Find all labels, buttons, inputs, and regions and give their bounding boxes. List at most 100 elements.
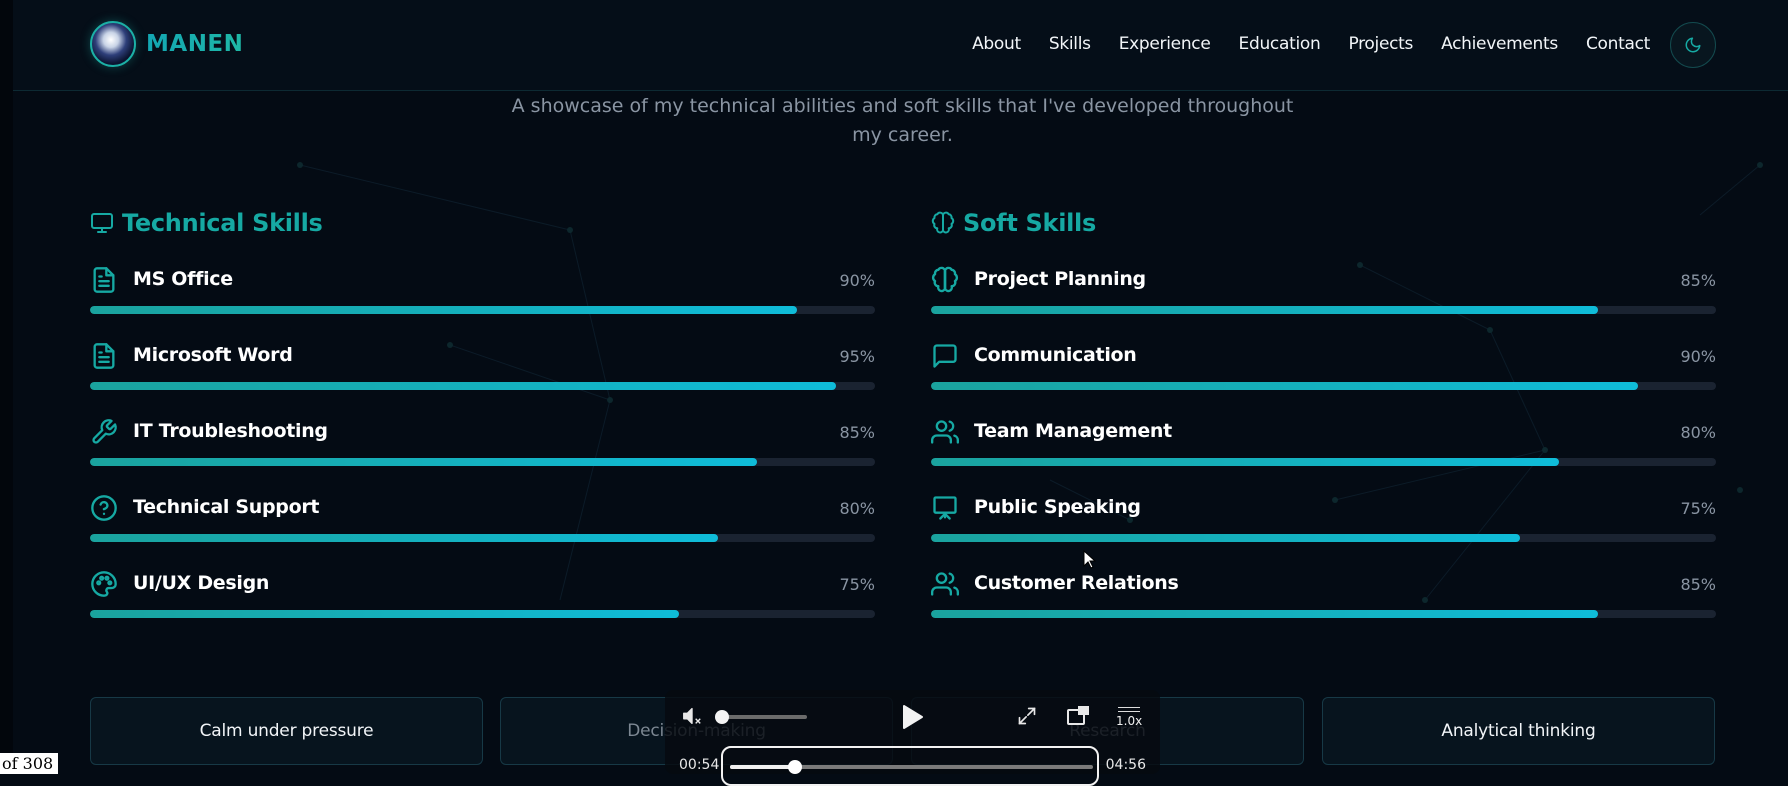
skill-bar-track	[90, 610, 875, 618]
site-header: MANEN About Skills Experience Education …	[13, 0, 1788, 91]
skill-bar-track	[90, 382, 875, 390]
skill-name: UI/UX Design	[133, 572, 270, 594]
video-player-controls: 1.0x 00:54 04:56	[665, 690, 1160, 786]
technical-skills-column: Technical Skills MS Office 90% Microsoft…	[90, 206, 875, 618]
soft-skills-column: Soft Skills Project Planning 85% Communi…	[931, 206, 1716, 618]
skill-name: MS Office	[133, 268, 233, 290]
skill-percent: 80%	[839, 499, 875, 518]
nav-about[interactable]: About	[972, 34, 1021, 54]
skill-bar-track	[90, 458, 875, 466]
section-subtitle: A showcase of my technical abilities and…	[511, 95, 1294, 146]
file-text-icon	[93, 343, 115, 369]
play-icon	[903, 705, 923, 729]
progress-bar[interactable]	[730, 760, 1093, 774]
skill-communication: Communication 90%	[931, 342, 1716, 402]
skill-technical-support: Technical Support 80%	[90, 494, 875, 554]
skill-bar-fill	[90, 534, 718, 542]
skill-percent: 75%	[839, 575, 875, 594]
fullscreen-button[interactable]	[1015, 704, 1039, 728]
speed-lines-icon	[1118, 707, 1141, 712]
skill-percent: 90%	[1680, 347, 1716, 366]
mouse-cursor-icon	[1083, 550, 1097, 569]
skill-public-speaking: Public Speaking 75%	[931, 494, 1716, 554]
help-circle-icon	[91, 495, 117, 521]
skill-percent: 80%	[1680, 423, 1716, 442]
soft-skills-title: Soft Skills	[963, 209, 1096, 237]
skill-name: Technical Support	[133, 496, 320, 518]
skill-ms-office: MS Office 90%	[90, 266, 875, 326]
brain-icon	[931, 211, 955, 234]
skill-name: Public Speaking	[974, 496, 1141, 518]
skill-name: Communication	[974, 344, 1137, 366]
skill-bar-track	[931, 306, 1716, 314]
skill-team-management: Team Management 80%	[931, 418, 1716, 478]
moon-icon	[1685, 37, 1701, 53]
skill-percent: 95%	[839, 347, 875, 366]
tag-card: Analytical thinking	[1322, 697, 1715, 765]
brand-name: MANEN	[146, 31, 244, 57]
palette-icon	[91, 571, 117, 597]
skill-name: Microsoft Word	[133, 344, 293, 366]
skill-bar-track	[90, 534, 875, 542]
wrench-icon	[92, 419, 117, 444]
expand-icon	[1018, 707, 1036, 725]
mute-button[interactable]	[679, 704, 705, 728]
skill-name: IT Troubleshooting	[133, 420, 328, 442]
skill-bar-fill	[90, 610, 679, 618]
skill-percent: 85%	[1680, 575, 1716, 594]
volume-muted-icon	[683, 707, 701, 725]
skill-ui-ux-design: UI/UX Design 75%	[90, 570, 875, 630]
skill-customer-relations: Customer Relations 85%	[931, 570, 1716, 630]
nav-projects[interactable]: Projects	[1348, 34, 1413, 54]
skill-project-planning: Project Planning 85%	[931, 266, 1716, 326]
skill-name: Project Planning	[974, 268, 1146, 290]
main-nav: About Skills Experience Education Projec…	[972, 34, 1650, 54]
skill-bar-track	[931, 610, 1716, 618]
users-icon	[931, 572, 959, 596]
nav-experience[interactable]: Experience	[1119, 34, 1211, 54]
theme-toggle-button[interactable]	[1670, 22, 1716, 68]
skill-bar-track	[931, 382, 1716, 390]
playback-speed-button[interactable]: 1.0x	[1116, 707, 1142, 728]
duration: 04:56	[1105, 757, 1146, 773]
skill-percent: 85%	[1680, 271, 1716, 290]
presentation-icon	[933, 496, 957, 520]
skill-bar-fill	[90, 382, 836, 390]
nav-education[interactable]: Education	[1239, 34, 1321, 54]
play-button[interactable]	[897, 702, 927, 732]
skill-name: Team Management	[974, 420, 1172, 442]
avatar	[90, 21, 136, 67]
nav-skills[interactable]: Skills	[1049, 34, 1091, 54]
skill-percent: 85%	[839, 423, 875, 442]
skill-bar-fill	[931, 306, 1599, 314]
brain-icon	[932, 266, 958, 293]
skill-bar-fill	[931, 458, 1559, 466]
picture-in-picture-button[interactable]	[1065, 704, 1091, 728]
logo[interactable]: MANEN	[90, 21, 243, 67]
skill-microsoft-word: Microsoft Word 95%	[90, 342, 875, 402]
skill-percent: 90%	[839, 271, 875, 290]
skill-bar-fill	[931, 382, 1638, 390]
skill-it-troubleshooting: IT Troubleshooting 85%	[90, 418, 875, 478]
current-time: 00:54	[679, 757, 720, 773]
skill-bar-track	[931, 534, 1716, 542]
playback-speed-label: 1.0x	[1116, 714, 1143, 728]
message-square-icon	[933, 344, 957, 368]
monitor-icon	[91, 213, 113, 233]
nav-contact[interactable]: Contact	[1586, 34, 1650, 54]
file-text-icon	[93, 267, 115, 293]
technical-skills-title: Technical Skills	[122, 209, 323, 237]
left-edge-strip	[0, 0, 13, 774]
skill-bar-fill	[90, 458, 758, 466]
skill-bar-fill	[90, 306, 797, 314]
skill-bar-fill	[931, 610, 1599, 618]
volume-knob[interactable]	[715, 710, 729, 724]
skill-name: Customer Relations	[974, 572, 1179, 594]
skill-percent: 75%	[1680, 499, 1716, 518]
page-indicator: of 308	[0, 753, 59, 774]
soft-skills-heading: Soft Skills	[931, 206, 1716, 240]
skill-bar-track	[931, 458, 1716, 466]
technical-skills-heading: Technical Skills	[90, 206, 875, 240]
volume-slider[interactable]	[715, 710, 807, 724]
nav-achievements[interactable]: Achievements	[1441, 34, 1558, 54]
